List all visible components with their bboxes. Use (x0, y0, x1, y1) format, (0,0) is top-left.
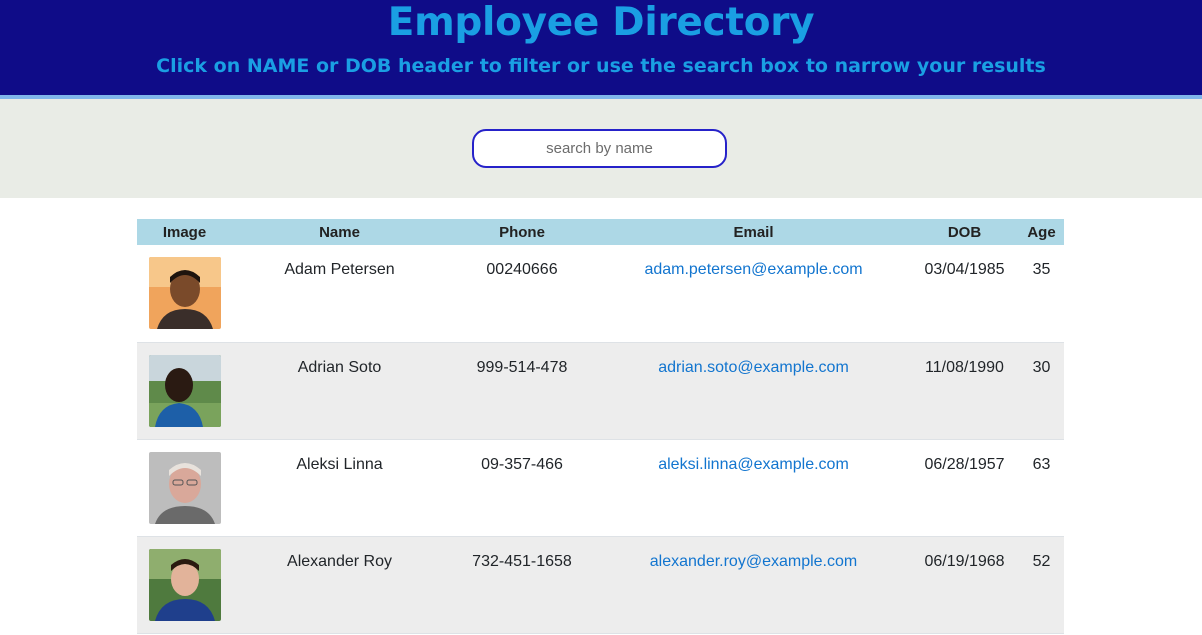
email-link[interactable]: adrian.soto@example.com (658, 359, 849, 376)
search-section (0, 99, 1202, 198)
dob-cell: 03/04/1985 (910, 245, 1019, 343)
phone-cell: 732-451-1658 (447, 536, 597, 634)
image-cell (137, 342, 232, 440)
image-cell (137, 439, 232, 537)
column-header-email: Email (597, 219, 910, 245)
table-row: Aleksi Linna 09-357-466 aleksi.linna@exa… (137, 439, 1064, 537)
phone-cell: 09-357-466 (447, 439, 597, 537)
column-header-age: Age (1019, 219, 1064, 245)
image-cell (137, 245, 232, 343)
email-link[interactable]: aleksi.linna@example.com (658, 456, 849, 473)
phone-cell: 00240666 (447, 245, 597, 343)
employee-photo (148, 451, 221, 524)
age-cell: 30 (1019, 342, 1064, 440)
page-title: Employee Directory (387, 0, 815, 45)
name-cell: Adrian Soto (232, 342, 447, 440)
dob-cell: 06/28/1957 (910, 439, 1019, 537)
search-input[interactable] (472, 129, 727, 168)
employee-photo (148, 548, 221, 621)
employee-photo (148, 354, 221, 427)
age-cell: 63 (1019, 439, 1064, 537)
column-header-image: Image (137, 219, 232, 245)
name-cell: Adam Petersen (232, 245, 447, 343)
table-row: Alexander Roy 732-451-1658 alexander.roy… (137, 536, 1064, 634)
email-link[interactable]: adam.petersen@example.com (644, 261, 862, 278)
phone-cell: 999-514-478 (447, 342, 597, 440)
image-cell (137, 536, 232, 634)
age-cell: 52 (1019, 536, 1064, 634)
column-header-dob[interactable]: DOB (910, 219, 1019, 245)
page-header: Employee Directory Click on NAME or DOB … (0, 0, 1202, 99)
column-header-name[interactable]: Name (232, 219, 447, 245)
email-cell: aleksi.linna@example.com (597, 439, 910, 537)
email-cell: adrian.soto@example.com (597, 342, 910, 440)
column-header-phone: Phone (447, 219, 597, 245)
email-cell: adam.petersen@example.com (597, 245, 910, 343)
dob-cell: 11/08/1990 (910, 342, 1019, 440)
page-subtitle: Click on NAME or DOB header to filter or… (156, 55, 1046, 77)
name-cell: Aleksi Linna (232, 439, 447, 537)
table-header-row: Image Name Phone Email DOB Age (137, 219, 1064, 245)
name-cell: Alexander Roy (232, 536, 447, 634)
employee-photo (148, 257, 221, 329)
table-row: Adam Petersen 00240666 adam.petersen@exa… (137, 245, 1064, 343)
table-row: Adrian Soto 999-514-478 adrian.soto@exam… (137, 342, 1064, 440)
email-link[interactable]: alexander.roy@example.com (650, 553, 857, 570)
age-cell: 35 (1019, 245, 1064, 343)
email-cell: alexander.roy@example.com (597, 536, 910, 634)
employee-table: Image Name Phone Email DOB Age Adam Pete… (137, 219, 1064, 634)
dob-cell: 06/19/1968 (910, 536, 1019, 634)
